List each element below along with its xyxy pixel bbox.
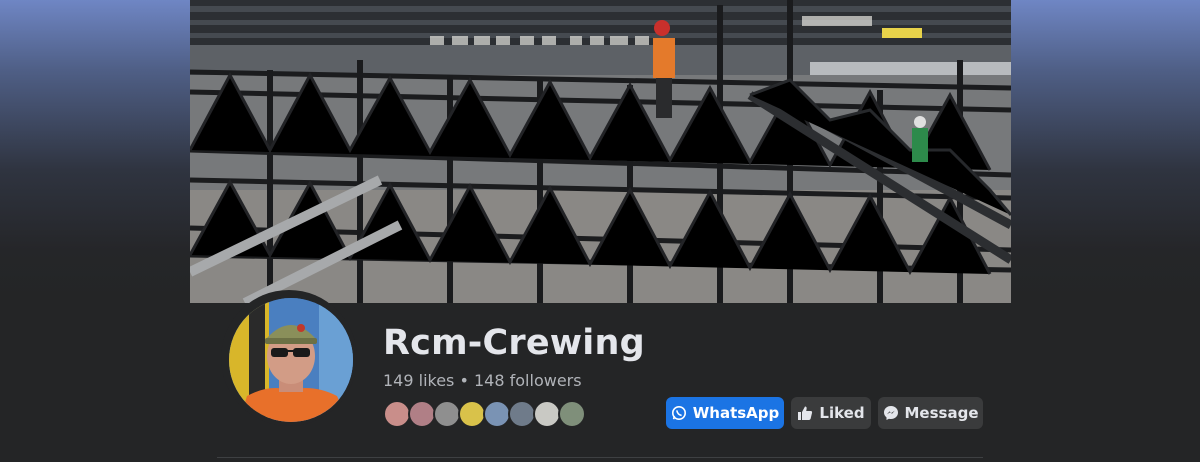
cover-photo-image (190, 0, 1011, 303)
cover-photo[interactable] (190, 0, 1011, 303)
liked-button[interactable]: Liked (791, 397, 871, 429)
whatsapp-label: WhatsApp (692, 404, 780, 422)
follower-avatar[interactable] (433, 400, 461, 428)
message-label: Message (904, 404, 979, 422)
avatar[interactable] (229, 298, 353, 422)
follower-avatar[interactable] (458, 400, 486, 428)
page-stats[interactable]: 149 likes • 148 followers (383, 371, 582, 390)
follower-avatar[interactable] (383, 400, 411, 428)
follower-avatar[interactable] (508, 400, 536, 428)
follower-avatar[interactable] (408, 400, 436, 428)
liked-label: Liked (819, 404, 865, 422)
profile-photo (229, 298, 353, 422)
follower-avatar[interactable] (533, 400, 561, 428)
thumbs-up-icon (797, 405, 813, 421)
page-title: Rcm-Crewing (383, 323, 645, 363)
section-divider (217, 457, 983, 458)
messenger-icon (883, 405, 899, 421)
whatsapp-icon (671, 405, 687, 421)
follower-avatar[interactable] (483, 400, 511, 428)
message-button[interactable]: Message (878, 397, 983, 429)
follower-avatar[interactable] (558, 400, 586, 428)
whatsapp-button[interactable]: WhatsApp (666, 397, 784, 429)
